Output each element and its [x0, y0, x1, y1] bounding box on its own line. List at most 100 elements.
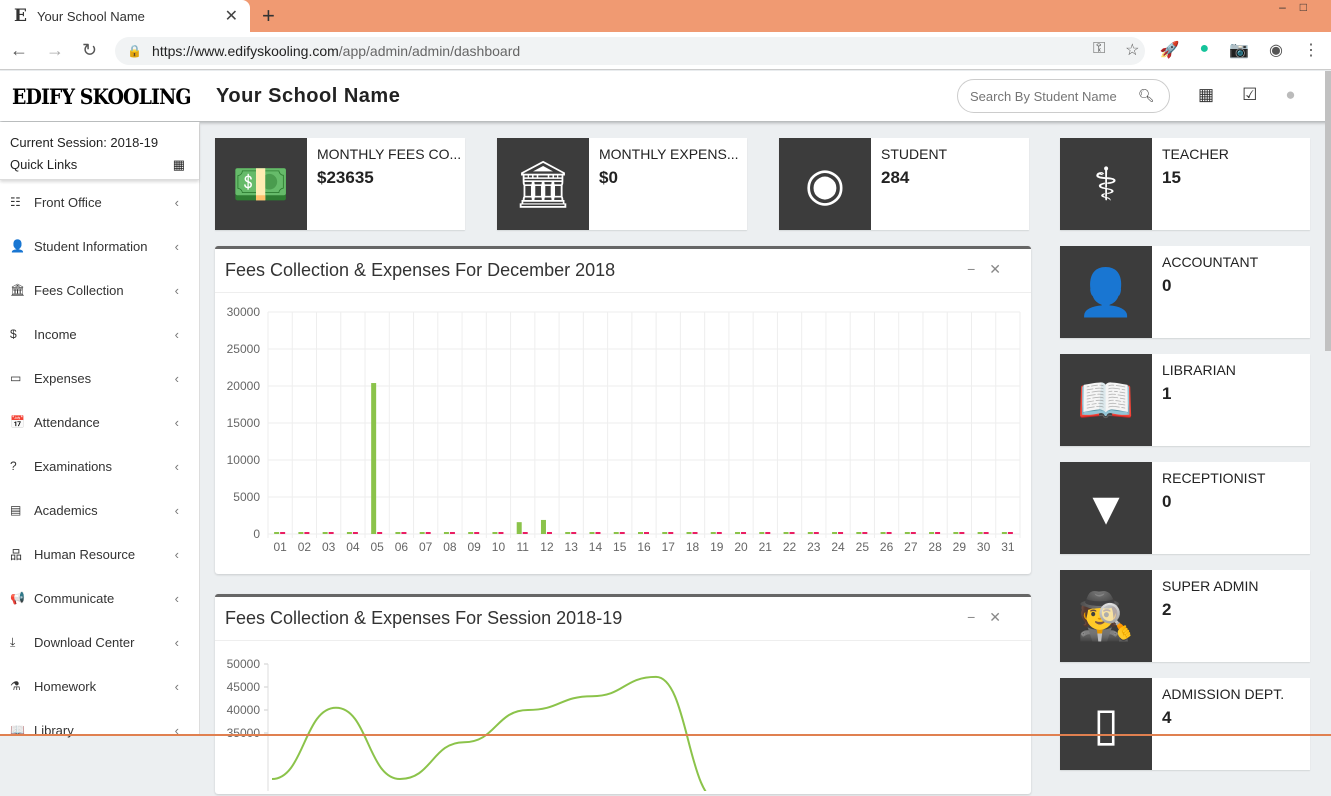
- bar: [735, 532, 741, 534]
- stat-card-accountant[interactable]: 👤 ACCOUNTANT 0: [1060, 246, 1310, 338]
- x-tick-label: 26: [880, 540, 894, 554]
- bar: [953, 532, 959, 534]
- new-tab-icon[interactable]: +: [262, 3, 275, 29]
- bar: [498, 532, 504, 534]
- checkbox-icon[interactable]: ☑: [1242, 85, 1257, 105]
- scrollbar[interactable]: [1325, 71, 1331, 351]
- sidebar-item-income[interactable]: $ Income ‹: [0, 312, 199, 356]
- window-controls[interactable]: –□: [1279, 0, 1321, 14]
- sidebar-item-examinations[interactable]: ? Examinations ‹: [0, 444, 199, 488]
- bar: [571, 532, 577, 534]
- grammarly-icon[interactable]: ●: [1199, 40, 1209, 60]
- x-tick-label: 04: [346, 540, 360, 554]
- stat-card-monthly-expens[interactable]: 🏛 MONTHLY EXPENS... $0: [497, 138, 747, 230]
- star-icon[interactable]: ☆: [1125, 40, 1139, 60]
- y-tick-label: 20000: [227, 379, 261, 393]
- bar: [377, 532, 383, 534]
- profile-icon[interactable]: ◉: [1269, 40, 1283, 60]
- bar: [419, 532, 425, 534]
- back-icon[interactable]: ←: [10, 40, 28, 61]
- stat-card-admission-dept[interactable]: ▯ ADMISSION DEPT. 4: [1060, 678, 1310, 770]
- flask-icon: ⚗: [10, 679, 21, 693]
- brand-logo[interactable]: EDIFY SKOOLING: [12, 84, 196, 109]
- bar: [983, 532, 989, 534]
- current-session[interactable]: Current Session: 2018-19: [10, 132, 189, 154]
- minimize-icon[interactable]: −: [967, 609, 989, 625]
- key-icon[interactable]: ⚿: [1093, 40, 1105, 60]
- quick-links[interactable]: Quick Links: [10, 154, 189, 176]
- stat-value: $23635: [317, 168, 374, 187]
- calendar-icon[interactable]: ▦: [1198, 85, 1214, 105]
- bar: [1007, 532, 1013, 534]
- x-tick-label: 25: [856, 540, 870, 554]
- bar: [1001, 532, 1007, 534]
- reload-icon[interactable]: ↻: [82, 40, 97, 61]
- grid-icon[interactable]: ▦: [173, 154, 185, 176]
- url-input[interactable]: 🔒 https://www.edifyskooling.com/app/admin…: [115, 36, 1146, 65]
- x-tick-label: 13: [565, 540, 579, 554]
- browser-extensions: ⚿ ☆ 🚀 ● 📷 ◉ ⋮: [1093, 40, 1319, 60]
- y-tick-label: 40000: [227, 703, 261, 717]
- sidebar-item-academics[interactable]: ▤ Academics ‹: [0, 488, 199, 532]
- book-icon: 📖: [1060, 354, 1152, 446]
- bar: [910, 532, 916, 534]
- menu-icon[interactable]: ⋮: [1303, 40, 1319, 60]
- download-icon: ⤓: [10, 634, 16, 649]
- close-icon[interactable]: ✕: [989, 261, 1015, 277]
- camera-icon[interactable]: 📷: [1229, 40, 1249, 60]
- sidebar-item-human-resource[interactable]: 品 Human Resource ‹: [0, 532, 199, 576]
- minimize-icon[interactable]: −: [967, 261, 989, 277]
- close-icon[interactable]: ✕: [989, 609, 1015, 625]
- x-tick-label: 18: [686, 540, 700, 554]
- stat-label: MONTHLY FEES CO...: [317, 146, 462, 162]
- browser-tab[interactable]: E Your School Name ✕: [0, 0, 250, 32]
- stat-label: ACCOUNTANT: [1162, 254, 1259, 270]
- favicon: E: [14, 6, 27, 26]
- bar: [935, 532, 941, 534]
- rocket-icon[interactable]: 🚀: [1160, 40, 1180, 60]
- bar: [959, 532, 965, 534]
- bar: [880, 532, 886, 534]
- chevron-left-icon: ‹: [174, 678, 179, 694]
- stat-card-librarian[interactable]: 📖 LIBRARIAN 1: [1060, 354, 1310, 446]
- x-tick-label: 10: [492, 540, 506, 554]
- sidebar-item-attendance[interactable]: 📅 Attendance ‹: [0, 400, 199, 444]
- sidebar-item-homework[interactable]: ⚗ Homework ‹: [0, 664, 199, 708]
- stat-card-receptionist[interactable]: ▼ RECEPTIONIST 0: [1060, 462, 1310, 554]
- sidebar-item-library[interactable]: 📖 Library ‹: [0, 708, 199, 752]
- y-tick-label: 15000: [227, 416, 261, 430]
- tie-icon: ▼: [1060, 462, 1152, 554]
- bar: [716, 532, 722, 534]
- chevron-left-icon: ‹: [174, 546, 179, 562]
- sidebar-item-front-office[interactable]: ☷ Front Office ‹: [0, 180, 199, 224]
- x-tick-label: 09: [468, 540, 482, 554]
- sidebar-item-download-center[interactable]: ⤓ Download Center ‹: [0, 620, 199, 664]
- x-tick-label: 16: [637, 540, 651, 554]
- x-tick-label: 22: [783, 540, 797, 554]
- search-icon[interactable]: 🔍︎: [1138, 88, 1155, 104]
- user-icon[interactable]: ●: [1285, 85, 1295, 105]
- sidebar-item-label: Income: [34, 326, 77, 342]
- stat-label: ADMISSION DEPT.: [1162, 686, 1285, 702]
- url-path: /app/admin/admin/dashboard: [338, 42, 521, 59]
- x-tick-label: 07: [419, 540, 433, 554]
- bar: [765, 532, 771, 534]
- stat-card-super-admin[interactable]: 🕵 SUPER ADMIN 2: [1060, 570, 1310, 662]
- bar: [668, 532, 674, 534]
- sidebar-item-expenses[interactable]: ▭ Expenses ‹: [0, 356, 199, 400]
- forward-icon[interactable]: →: [46, 40, 64, 61]
- stat-card-student[interactable]: ◉ STUDENT 284: [779, 138, 1029, 230]
- x-tick-label: 03: [322, 540, 336, 554]
- stat-card-monthly-fees-co[interactable]: 💵 MONTHLY FEES CO... $23635: [215, 138, 465, 230]
- stat-label: RECEPTIONIST: [1162, 470, 1266, 486]
- sidebar-item-communicate[interactable]: 📢 Communicate ‹: [0, 576, 199, 620]
- search-input[interactable]: [970, 88, 1130, 104]
- sidebar-item-label: Human Resource: [34, 546, 136, 562]
- sidebar-item-fees-collection[interactable]: 🏛 Fees Collection ‹: [0, 268, 199, 312]
- calendar-check-icon: 📅: [10, 415, 25, 429]
- y-tick-label: 10000: [227, 453, 261, 467]
- close-tab-icon[interactable]: ✕: [225, 6, 238, 26]
- stat-card-teacher[interactable]: ⚕ TEACHER 15: [1060, 138, 1310, 230]
- x-tick-label: 20: [734, 540, 748, 554]
- sidebar-item-student-information[interactable]: 👤 Student Information ‹: [0, 224, 199, 268]
